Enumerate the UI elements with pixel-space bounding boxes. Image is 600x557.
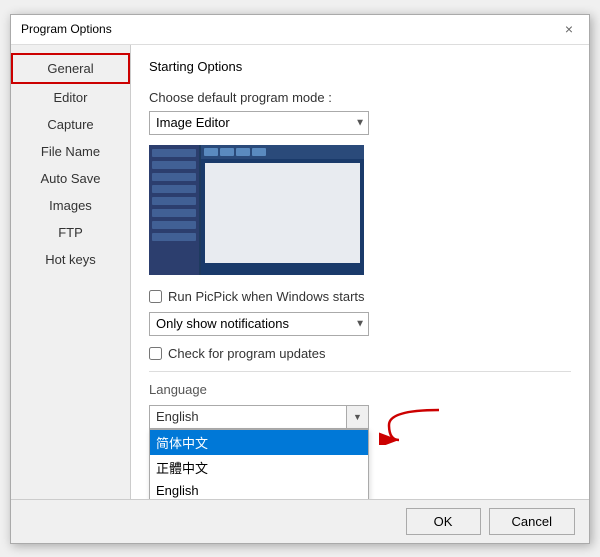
close-button[interactable]: × xyxy=(559,19,579,39)
program-options-dialog: Program Options × General Editor Capture… xyxy=(10,14,590,544)
check-updates-row: Check for program updates xyxy=(149,346,571,361)
language-select-area: English ▼ 简体中文 正體中文 English xyxy=(149,405,369,429)
sidebar-item-autosave[interactable]: Auto Save xyxy=(11,165,130,192)
sidebar-item-capture[interactable]: Capture xyxy=(11,111,130,138)
content-area: Starting Options Choose default program … xyxy=(131,45,589,499)
language-dropdown-btn[interactable]: ▼ xyxy=(346,406,368,428)
preview-image xyxy=(149,145,364,275)
preview-sidebar-item xyxy=(152,209,196,217)
preview-canvas xyxy=(205,163,360,263)
preview-main xyxy=(201,145,364,275)
check-updates-checkbox[interactable] xyxy=(149,347,162,360)
preview-toolbar xyxy=(201,145,364,159)
sidebar-item-general[interactable]: General xyxy=(11,53,130,84)
sidebar: General Editor Capture File Name Auto Sa… xyxy=(11,45,131,499)
run-on-startup-label: Run PicPick when Windows starts xyxy=(168,289,365,304)
red-arrow-indicator xyxy=(379,405,449,448)
preview-sidebar-item xyxy=(152,233,196,241)
run-on-startup-checkbox[interactable] xyxy=(149,290,162,303)
dialog-title: Program Options xyxy=(21,22,112,36)
section-title: Starting Options xyxy=(149,59,571,78)
sidebar-item-editor[interactable]: Editor xyxy=(11,84,130,111)
notification-select[interactable]: Only show notifications Run minimized Ru… xyxy=(149,312,369,336)
language-input-row[interactable]: English ▼ xyxy=(149,405,369,429)
run-on-startup-row: Run PicPick when Windows starts xyxy=(149,289,571,304)
preview-sidebar-item xyxy=(152,221,196,229)
preview-toolbar-btn xyxy=(220,148,234,156)
preview-sidebar-item xyxy=(152,149,196,157)
language-option-simplified-chinese[interactable]: 简体中文 xyxy=(150,430,368,455)
language-section-title: Language xyxy=(149,382,571,397)
language-option-traditional-chinese[interactable]: 正體中文 xyxy=(150,455,368,480)
check-updates-label: Check for program updates xyxy=(168,346,326,361)
preview-toolbar-btn xyxy=(252,148,266,156)
mode-select-wrapper: Image Editor Screen Capture Color Picker… xyxy=(149,111,369,135)
preview-sidebar-item xyxy=(152,161,196,169)
ok-button[interactable]: OK xyxy=(406,508,481,535)
cancel-button[interactable]: Cancel xyxy=(489,508,575,535)
language-select-container: English ▼ 简体中文 正體中文 English xyxy=(149,405,369,429)
sidebar-item-filename[interactable]: File Name xyxy=(11,138,130,165)
preview-sidebar-item xyxy=(152,173,196,181)
preview-sidebar-item xyxy=(152,185,196,193)
sidebar-item-hotkeys[interactable]: Hot keys xyxy=(11,246,130,273)
mode-select[interactable]: Image Editor Screen Capture Color Picker xyxy=(149,111,369,135)
preview-toolbar-btn xyxy=(236,148,250,156)
title-bar: Program Options × xyxy=(11,15,589,45)
preview-sidebar xyxy=(149,145,199,275)
mode-label: Choose default program mode : xyxy=(149,90,571,105)
preview-sidebar-item xyxy=(152,197,196,205)
notification-select-wrapper: Only show notifications Run minimized Ru… xyxy=(149,312,369,336)
language-option-english[interactable]: English xyxy=(150,480,368,499)
dialog-body: General Editor Capture File Name Auto Sa… xyxy=(11,45,589,499)
dialog-footer: OK Cancel xyxy=(11,499,589,543)
language-dropdown: 简体中文 正體中文 English xyxy=(149,429,369,499)
preview-toolbar-btn xyxy=(204,148,218,156)
sidebar-item-images[interactable]: Images xyxy=(11,192,130,219)
language-section: Language English ▼ 简体中文 正體中文 English xyxy=(149,371,571,429)
sidebar-item-ftp[interactable]: FTP xyxy=(11,219,130,246)
language-current-value: English xyxy=(150,407,346,426)
